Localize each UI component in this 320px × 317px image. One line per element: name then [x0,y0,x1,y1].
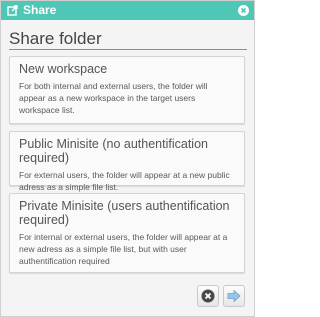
dialog-titlebar: Share [1,1,254,20]
option-new-workspace[interactable]: New workspace For both internal and exte… [9,56,245,124]
option-title: New workspace [19,62,108,76]
option-description: For internal or external users, the fold… [19,232,228,266]
next-button[interactable] [223,285,245,307]
share-icon [7,5,18,16]
close-icon[interactable] [238,5,249,16]
option-private-minisite[interactable]: Private Minisite (users authentification… [9,193,245,273]
next-arrow-icon [227,289,241,303]
option-description: For external users, the folder will appe… [19,170,230,192]
option-title: Public Minisite (no authentification req… [19,137,208,165]
page-title: Share folder [9,29,102,48]
option-title: Private Minisite (users authentification… [19,199,230,227]
option-public-minisite[interactable]: Public Minisite (no authentification req… [9,131,245,192]
cancel-icon [201,289,215,303]
cancel-button[interactable] [197,285,219,307]
heading-divider [9,49,247,50]
share-dialog: Share Share folder New workspace For bot… [0,0,255,317]
option-description: For both internal and external users, th… [19,81,208,115]
dialog-title: Share [23,3,57,17]
